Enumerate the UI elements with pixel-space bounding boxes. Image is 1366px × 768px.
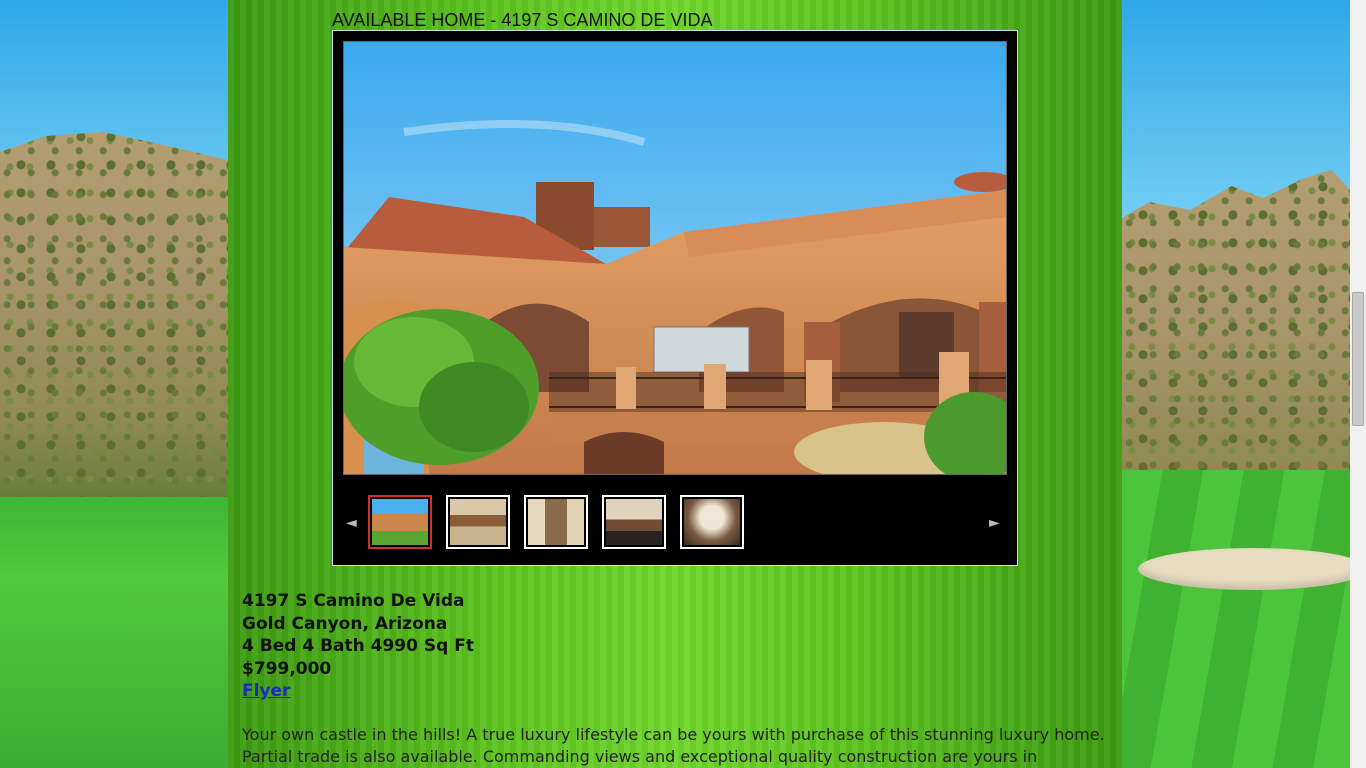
previous-photo-arrow-icon[interactable]: ◄ <box>346 515 357 531</box>
main-photo[interactable] <box>343 41 1007 475</box>
listing-city-state: Gold Canyon, Arizona <box>242 613 448 634</box>
page-scrollbar[interactable] <box>1350 0 1366 768</box>
flyer-link[interactable]: Flyer <box>242 681 290 701</box>
listing-price: $799,000 <box>242 658 332 679</box>
page-title: AVAILABLE HOME - 4197 S CAMINO DE VIDA <box>332 10 713 30</box>
listing-address: 4197 S Camino De Vida <box>242 591 465 611</box>
listing-specs: 4 Bed 4 Bath 4990 Sq Ft <box>242 636 474 656</box>
thumbnail-dining-room[interactable] <box>602 495 666 549</box>
photo-gallery: ◄ ► <box>332 30 1018 566</box>
listing-details: 4197 S Camino De Vida Gold Canyon, Arizo… <box>242 590 1102 703</box>
thumbnail-living-room[interactable] <box>524 495 588 549</box>
listing-description: Your own castle in the hills! A true lux… <box>242 725 1105 766</box>
thumbnail-great-room[interactable] <box>680 495 744 549</box>
next-photo-arrow-icon[interactable]: ► <box>989 515 1000 531</box>
house-exterior-image <box>344 42 1006 474</box>
background-scenery-left <box>0 0 228 768</box>
background-scenery-right <box>1122 0 1366 768</box>
thumbnail-exterior[interactable] <box>368 495 432 549</box>
content-column: AVAILABLE HOME - 4197 S CAMINO DE VIDA ◄… <box>228 0 1122 768</box>
scrollbar-thumb[interactable] <box>1352 292 1364 426</box>
thumbnail-kitchen[interactable] <box>446 495 510 549</box>
